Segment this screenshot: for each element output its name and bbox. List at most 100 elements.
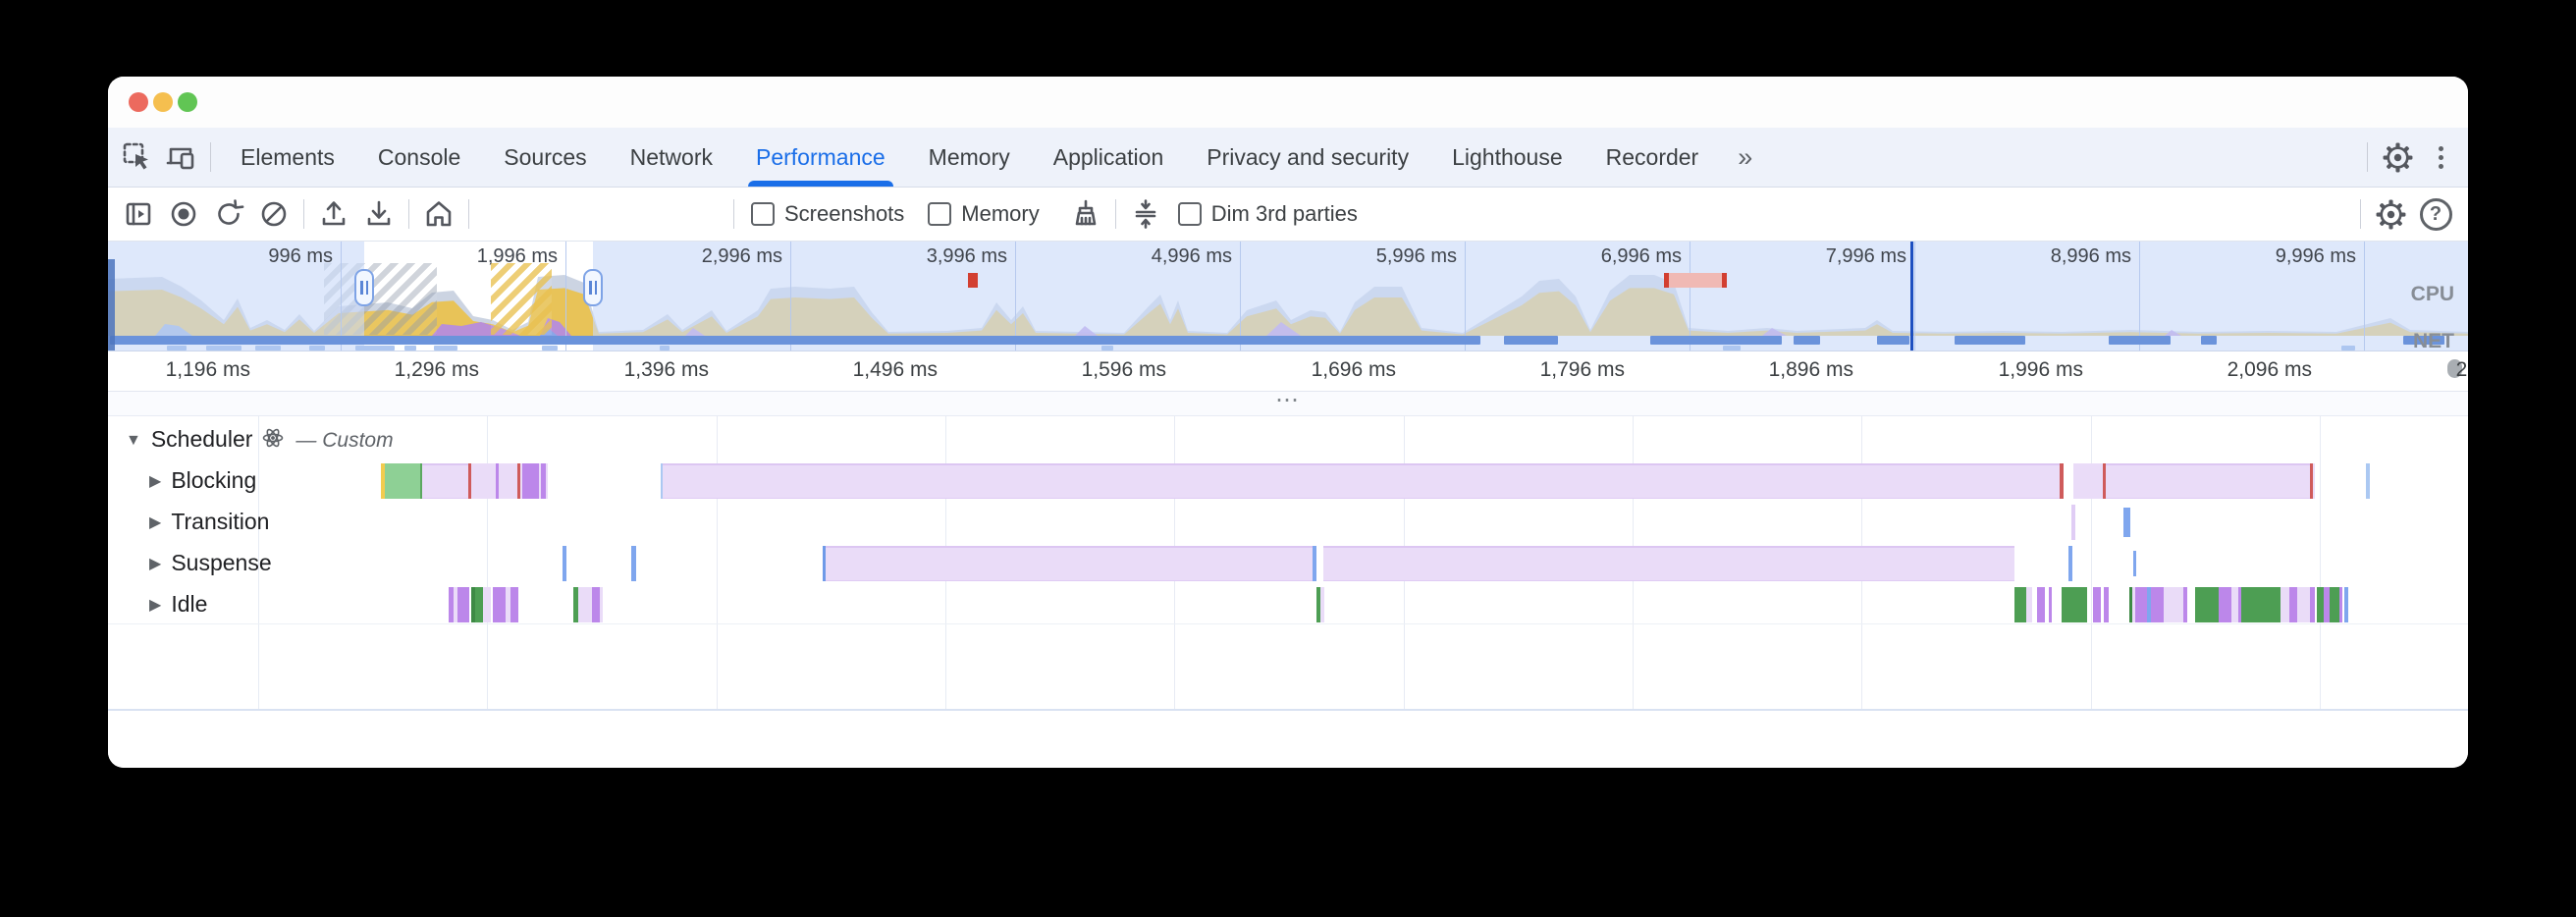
screenshots-toggle[interactable]: Screenshots (751, 201, 928, 227)
settings-gear-icon[interactable] (2376, 135, 2419, 179)
expand-triangle-icon[interactable]: ▶ (149, 597, 161, 614)
track-event-bar[interactable] (2037, 587, 2045, 622)
track-event-bar[interactable] (2164, 587, 2183, 622)
track-event-bar[interactable] (2183, 587, 2187, 622)
track-event-bar[interactable] (2297, 587, 2310, 622)
track-event-bar[interactable] (457, 587, 469, 622)
track-event-bar[interactable] (2135, 587, 2147, 622)
track-event-bar[interactable] (546, 463, 548, 499)
track-event-bar[interactable] (2026, 587, 2032, 622)
screenshots-checkbox[interactable] (751, 202, 775, 226)
selection-handle-right[interactable] (583, 269, 603, 306)
track-event-bar[interactable] (663, 463, 2060, 499)
help-icon[interactable]: ? (2413, 191, 2458, 237)
track-event-bar[interactable] (2366, 463, 2370, 499)
track-event-bar[interactable] (422, 463, 468, 499)
record-button[interactable] (161, 191, 206, 237)
track-event-bar[interactable] (510, 587, 518, 622)
track-row-suspense[interactable]: ▶Suspense (149, 550, 272, 576)
download-profile-icon[interactable] (356, 191, 402, 237)
track-event-bar[interactable] (2106, 463, 2310, 499)
track-event-bar[interactable] (2073, 463, 2103, 499)
kebab-menu-icon[interactable] (2419, 135, 2462, 179)
tab-elements[interactable]: Elements (219, 128, 356, 187)
collapse-triangle-icon[interactable]: ▼ (126, 432, 141, 449)
flame-chart-area[interactable]: ▼Scheduler— Custom ▶Blocking ▶Transition ▶S… (108, 416, 2468, 709)
close-window-button[interactable] (129, 92, 148, 112)
track-event-bar[interactable] (2219, 587, 2231, 622)
track-event-bar[interactable] (2339, 587, 2342, 622)
track-event-bar[interactable] (2151, 587, 2164, 622)
track-group-scheduler[interactable]: ▼Scheduler— Custom (126, 426, 394, 453)
track-event-bar[interactable] (2123, 508, 2130, 537)
upload-profile-icon[interactable] (311, 191, 356, 237)
toggle-sidebar-icon[interactable] (116, 191, 161, 237)
maximize-window-button[interactable] (178, 92, 197, 112)
memory-checkbox[interactable] (928, 202, 951, 226)
track-event-bar[interactable] (2062, 587, 2087, 622)
tab-performance[interactable]: Performance (734, 128, 907, 187)
track-event-bar[interactable] (471, 463, 496, 499)
overview-strip[interactable]: 996 ms1,996 ms2,996 ms3,996 ms4,996 ms5,… (108, 242, 2468, 351)
track-event-bar[interactable] (563, 546, 566, 581)
track-event-bar[interactable] (2317, 587, 2324, 622)
track-event-bar[interactable] (2330, 587, 2339, 622)
expand-triangle-icon[interactable]: ▶ (149, 473, 161, 490)
selection-handle-left[interactable] (354, 269, 374, 306)
track-event-bar[interactable] (493, 587, 506, 622)
track-event-bar[interactable] (592, 587, 600, 622)
track-event-bar[interactable] (2281, 587, 2289, 622)
dim-3rd-parties-checkbox[interactable] (1178, 202, 1202, 226)
track-event-bar[interactable] (2241, 587, 2281, 622)
panel-splitter-handle[interactable]: ⋯ (108, 392, 2468, 416)
expand-triangle-icon[interactable]: ▶ (149, 514, 161, 531)
track-event-bar[interactable] (2195, 587, 2219, 622)
tab-recorder[interactable]: Recorder (1584, 128, 1721, 187)
track-event-bar[interactable] (483, 587, 491, 622)
expand-triangle-icon[interactable]: ▶ (149, 556, 161, 572)
track-event-bar[interactable] (2289, 587, 2297, 622)
track-event-bar[interactable] (631, 546, 636, 581)
track-event-bar[interactable] (2133, 551, 2136, 576)
track-event-bar[interactable] (1323, 546, 2014, 581)
home-live-metrics-icon[interactable] (416, 191, 461, 237)
tab-sources[interactable]: Sources (482, 128, 608, 187)
track-event-bar[interactable] (1320, 587, 1324, 622)
device-toolbar-icon[interactable] (159, 135, 202, 179)
tab-privacy-and-security[interactable]: Privacy and security (1185, 128, 1430, 187)
tab-lighthouse[interactable]: Lighthouse (1430, 128, 1584, 187)
track-event-bar[interactable] (1313, 546, 1316, 581)
track-event-bar[interactable] (2014, 587, 2026, 622)
reload-and-record-icon[interactable] (206, 191, 251, 237)
compress-timeline-icon[interactable] (1123, 191, 1168, 237)
track-event-bar[interactable] (385, 463, 420, 499)
clear-recording-icon[interactable] (251, 191, 296, 237)
track-event-bar[interactable] (2344, 587, 2348, 622)
panel-settings-gear-icon[interactable] (2368, 191, 2413, 237)
more-tabs-button[interactable]: » (1720, 142, 1770, 173)
collect-garbage-icon[interactable] (1063, 191, 1108, 237)
tab-memory[interactable]: Memory (907, 128, 1032, 187)
track-event-bar[interactable] (2093, 587, 2101, 622)
track-event-bar[interactable] (2231, 587, 2238, 622)
track-event-bar[interactable] (522, 463, 539, 499)
track-row-transition[interactable]: ▶Transition (149, 509, 269, 535)
inspect-element-icon[interactable] (116, 135, 159, 179)
track-event-bar[interactable] (2068, 546, 2072, 581)
track-event-bar[interactable] (2313, 463, 2315, 499)
track-event-bar[interactable] (499, 463, 517, 499)
minimize-window-button[interactable] (153, 92, 173, 112)
dim-3rd-parties-toggle[interactable]: Dim 3rd parties (1178, 201, 1381, 227)
track-event-bar[interactable] (600, 587, 603, 622)
track-event-bar[interactable] (826, 546, 1313, 581)
track-row-idle[interactable]: ▶Idle (149, 591, 207, 618)
track-event-bar[interactable] (475, 587, 483, 622)
track-event-bar[interactable] (2060, 463, 2064, 499)
track-event-bar[interactable] (578, 587, 592, 622)
memory-toggle[interactable]: Memory (928, 201, 1062, 227)
track-event-bar[interactable] (2071, 505, 2075, 540)
track-event-bar[interactable] (2049, 587, 2052, 622)
track-event-bar[interactable] (2310, 587, 2315, 622)
track-row-blocking[interactable]: ▶Blocking (149, 467, 256, 494)
tab-console[interactable]: Console (356, 128, 482, 187)
